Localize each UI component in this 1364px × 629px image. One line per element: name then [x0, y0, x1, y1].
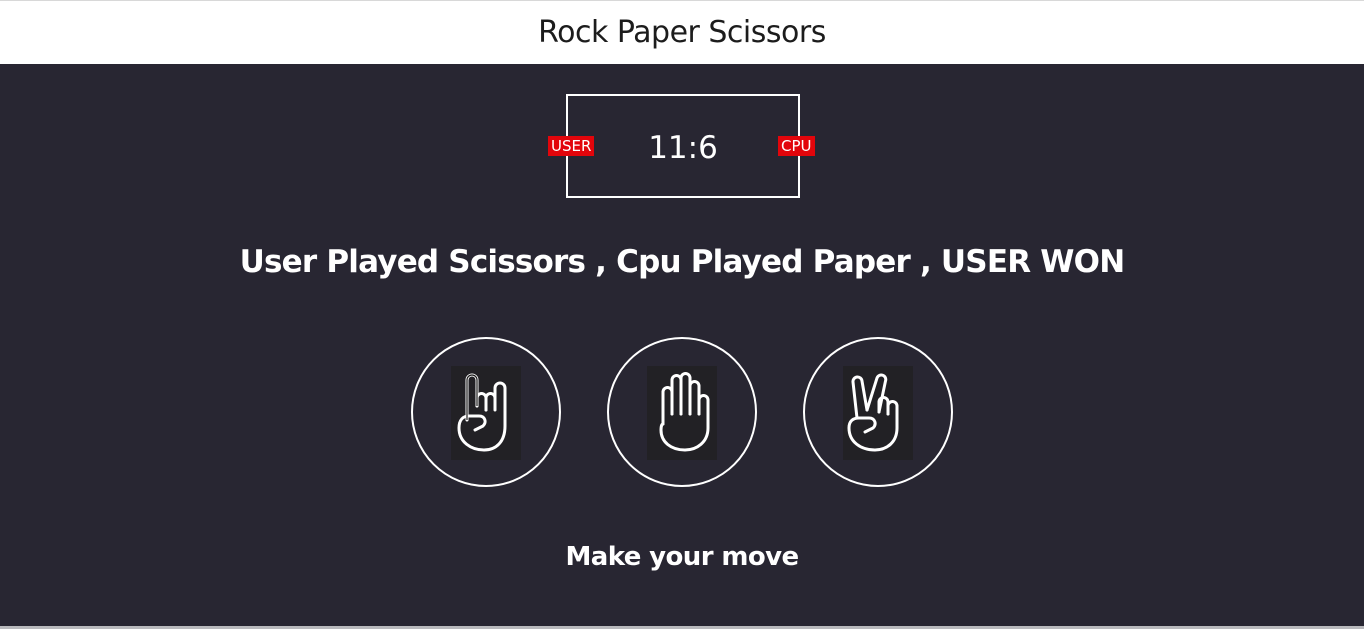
- scoreboard: 11:6: [566, 94, 800, 198]
- scissors-hand-icon: [843, 366, 913, 460]
- cpu-badge: CPU: [778, 136, 815, 156]
- page-title: Rock Paper Scissors: [538, 15, 826, 50]
- game-board: 11:6 USER CPU User Played Scissors , Cpu…: [0, 64, 1364, 626]
- rock-hand-icon: [451, 366, 521, 460]
- paper-hand-icon: [647, 366, 717, 460]
- app-header: Rock Paper Scissors: [0, 0, 1364, 64]
- paper-button[interactable]: [607, 337, 757, 487]
- scissors-button[interactable]: [803, 337, 953, 487]
- result-message: User Played Scissors , Cpu Played Paper …: [239, 244, 1126, 280]
- move-prompt: Make your move: [565, 542, 799, 572]
- rock-button[interactable]: [411, 337, 561, 487]
- user-badge: USER: [548, 136, 595, 156]
- score-value: 11:6: [648, 130, 718, 166]
